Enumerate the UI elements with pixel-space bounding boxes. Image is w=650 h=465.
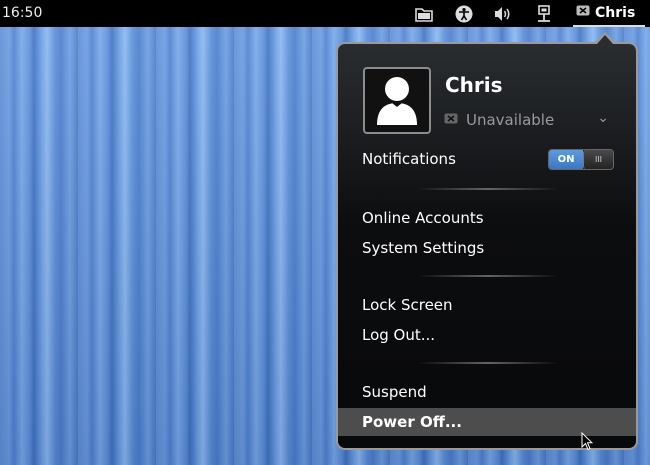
notifications-toggle[interactable]: ON III [548,149,614,170]
menu-separator [418,188,558,190]
mouse-cursor-icon [581,431,594,455]
folder-icon[interactable] [414,4,434,24]
chevron-down-icon: ⌄ [597,110,609,126]
top-bar: 16:50 Chris [0,0,650,27]
unavailable-status-icon [444,111,458,130]
menu-separator [418,275,558,277]
notifications-label: Notifications [362,150,456,168]
menu-separator [418,362,558,364]
user-silhouette-icon [377,77,417,125]
clock[interactable]: 16:50 [2,5,42,21]
status-selector[interactable]: Unavailable ⌄ [444,110,609,130]
menu-item-lock-screen[interactable]: Lock Screen [338,291,636,319]
unavailable-status-icon [576,3,590,22]
menu-item-system-settings[interactable]: System Settings [338,234,636,262]
volume-icon[interactable] [493,4,513,24]
user-button-name: Chris [595,4,636,21]
menu-item-online-accounts[interactable]: Online Accounts [338,204,636,232]
user-menu-button[interactable]: Chris [573,0,645,27]
user-name: Chris [445,73,503,97]
menu-item-suspend[interactable]: Suspend [338,378,636,406]
toggle-knob: III [583,150,613,169]
accessibility-icon[interactable] [454,4,474,24]
status-label: Unavailable [466,111,555,129]
toggle-on-label: ON [549,150,583,169]
network-icon[interactable] [534,4,554,24]
user-menu-popup: Chris Unavailable ⌄ Notifications ON III… [336,42,638,450]
avatar[interactable] [363,67,431,134]
menu-item-log-out[interactable]: Log Out... [338,321,636,349]
